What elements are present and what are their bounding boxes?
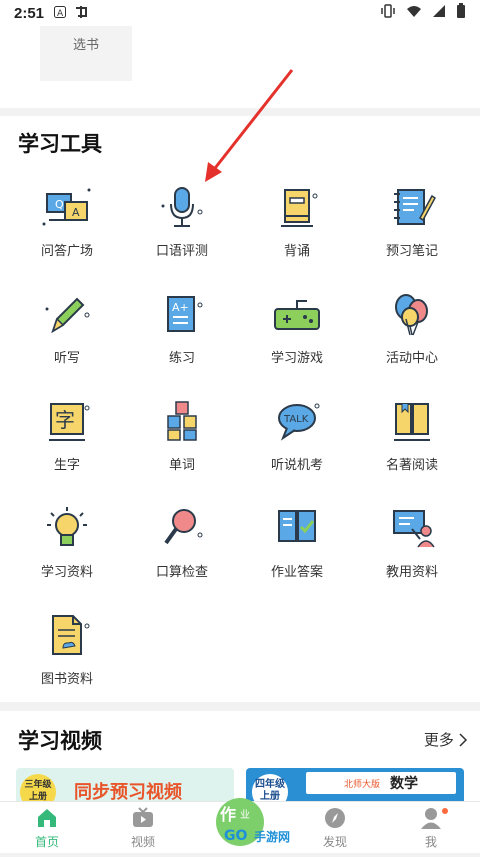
tool-label: 作业答案: [270, 564, 323, 579]
nav-label: 我: [424, 835, 437, 849]
learning-videos-section: 学习视频 更多 三年级 上册 同步预习视频 四年级 上册 北师大版 数学: [0, 711, 480, 808]
notification-app-icon: [74, 5, 90, 22]
svg-text:作: 作: [220, 805, 236, 824]
nav-video[interactable]: 视频: [108, 806, 178, 850]
microphone-icon: [154, 182, 210, 236]
section-title-tools: 学习工具: [18, 133, 102, 156]
talk-bubble-icon: TALK: [269, 396, 325, 450]
teacher-board-icon: [384, 503, 440, 557]
video-card-banner: 北师大版 数学: [306, 772, 456, 794]
tool-label: 名著阅读: [385, 457, 438, 472]
exercise-sheet-icon: A+: [154, 289, 210, 343]
svg-text:A: A: [72, 206, 80, 219]
tool-learning-games[interactable]: 学习游戏: [242, 289, 352, 375]
compass-icon: [323, 806, 347, 830]
character-board-icon: 字: [39, 396, 95, 450]
nav-me[interactable]: 我: [396, 806, 466, 850]
balloons-icon: [384, 289, 440, 343]
learning-tools-section: 学习工具 Q A 问答广场 口语评测 背诵 预习笔记 听写 A+ 练习 学习游戏…: [0, 116, 480, 702]
tool-preview-notes[interactable]: 预习笔记: [357, 182, 467, 268]
nav-home[interactable]: 首页: [12, 806, 82, 850]
vibrate-icon: [380, 4, 396, 22]
notebook-icon: [384, 182, 440, 236]
tool-homework-answers[interactable]: 作业答案: [242, 503, 352, 589]
watermark-go-text: GO: [224, 828, 247, 844]
top-section: 选书: [0, 26, 480, 108]
tool-label: 听写: [53, 350, 80, 365]
select-book-label: 选书: [72, 37, 99, 52]
tool-exercise[interactable]: A+ 练习: [127, 289, 237, 375]
status-time: 2:51: [14, 4, 45, 22]
notification-dot: [442, 808, 448, 814]
select-book-button[interactable]: 选书: [40, 26, 132, 81]
svg-text:A+: A+: [172, 301, 189, 314]
wifi-icon: [406, 4, 422, 22]
svg-text:TALK: TALK: [283, 414, 309, 425]
tool-dictation[interactable]: 听写: [12, 289, 122, 375]
notification-a-icon: A: [54, 5, 67, 21]
svg-text:Q: Q: [55, 198, 64, 211]
tool-label: 听说机考: [270, 457, 323, 472]
svg-text:A: A: [57, 9, 64, 18]
user-icon: [419, 806, 443, 830]
more-label: 更多: [423, 732, 454, 749]
tool-label: 学习资料: [40, 564, 93, 579]
bottom-nav: 首页 视频 作 业 GO 手游网 发现 我: [0, 798, 480, 853]
tool-qa-square[interactable]: Q A 问答广场: [12, 182, 122, 268]
tool-label: 教用资料: [385, 564, 438, 579]
signal-icon: [432, 4, 446, 22]
tool-new-characters[interactable]: 字 生字: [12, 396, 122, 482]
tool-teaching-materials[interactable]: 教用资料: [357, 503, 467, 589]
tool-label: 练习: [168, 350, 195, 365]
tool-study-materials[interactable]: 学习资料: [12, 503, 122, 589]
tool-book-materials[interactable]: 图书资料: [12, 610, 122, 696]
more-videos-link[interactable]: 更多: [424, 729, 468, 750]
tool-recite[interactable]: 背诵: [242, 182, 352, 268]
edition-label: 北师大版: [343, 778, 380, 789]
tool-label: 生字: [53, 457, 80, 472]
tool-label: 活动中心: [385, 350, 438, 365]
svg-text:字: 字: [55, 408, 75, 432]
nav-label: 发现: [322, 835, 347, 849]
tool-label: 问答广场: [40, 243, 93, 258]
tool-label: 图书资料: [40, 671, 93, 686]
tool-label: 背诵: [283, 243, 310, 258]
tool-classic-reading[interactable]: 名著阅读: [357, 396, 467, 482]
tool-label: 单词: [168, 457, 195, 472]
subject-label: 数学: [390, 775, 418, 791]
nav-label: 首页: [34, 835, 59, 849]
tool-label: 预习笔记: [385, 243, 438, 258]
magnifier-icon: [154, 503, 210, 557]
svg-text:业: 业: [240, 809, 250, 821]
home-icon: [35, 806, 59, 830]
tv-icon: [131, 806, 155, 830]
book-recite-icon: [269, 182, 325, 236]
tool-label: 口语评测: [155, 243, 208, 258]
tool-listening-speaking-exam[interactable]: TALK 听说机考: [242, 396, 352, 482]
battery-icon: [456, 3, 466, 23]
pen-icon: [39, 289, 95, 343]
letter-blocks-icon: [154, 396, 210, 450]
tool-label: 学习游戏: [270, 350, 323, 365]
badge-grade-text: 三年级: [24, 779, 52, 789]
nav-discover[interactable]: 发现: [300, 806, 370, 850]
answer-book-icon: [269, 503, 325, 557]
status-bar: 2:51 A: [0, 0, 480, 26]
tool-label: 口算检查: [155, 564, 208, 579]
tool-oral-test[interactable]: 口语评测: [127, 182, 237, 268]
tool-mental-math-check[interactable]: 口算检查: [127, 503, 237, 589]
watermark-text: 手游网: [254, 830, 291, 844]
tool-activity-center[interactable]: 活动中心: [357, 289, 467, 375]
qa-square-icon: Q A: [39, 182, 95, 236]
document-icon: [39, 610, 95, 664]
lightbulb-icon: [39, 503, 95, 557]
section-title-videos: 学习视频: [18, 730, 102, 753]
gamepad-icon: [269, 289, 325, 343]
chevron-right-icon: [458, 732, 468, 749]
open-book-icon: [384, 396, 440, 450]
badge-grade-text: 四年级: [255, 779, 285, 790]
nav-label: 视频: [130, 835, 155, 849]
tool-words[interactable]: 单词: [127, 396, 237, 482]
